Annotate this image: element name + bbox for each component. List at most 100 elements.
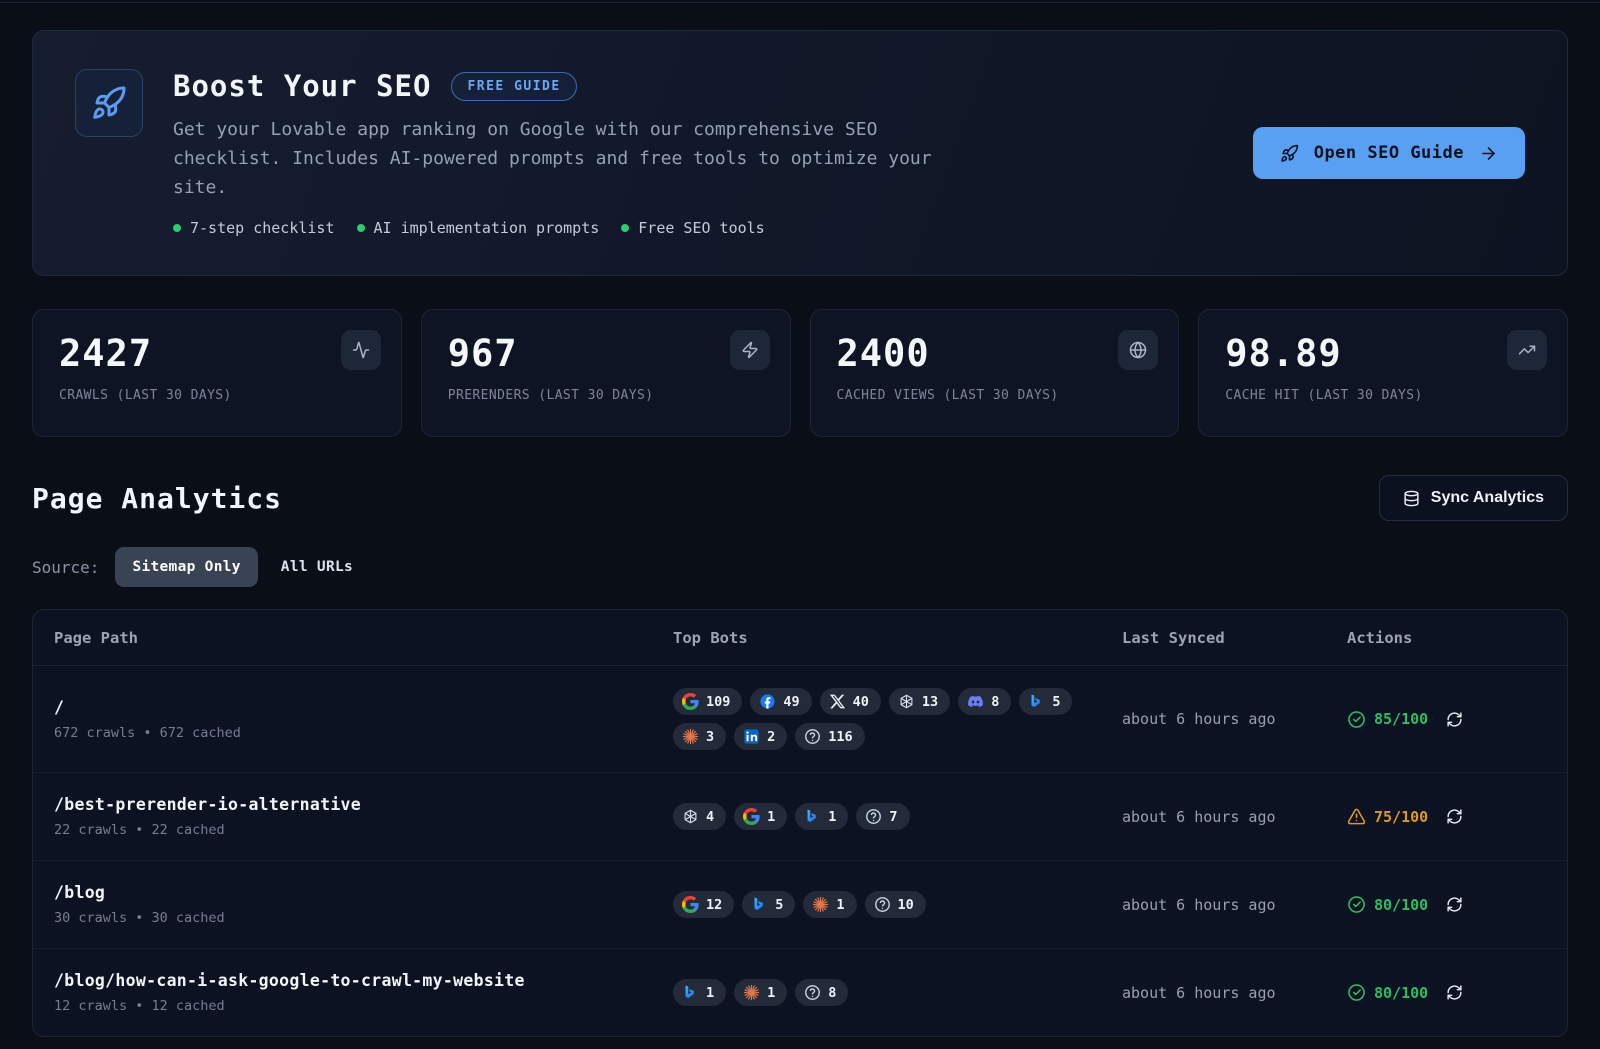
feature-item: Free SEO tools [621,219,764,237]
page-path-cell: / 672 crawls • 672 cached [54,698,673,741]
sync-analytics-button[interactable]: Sync Analytics [1379,475,1568,521]
feature-label: AI implementation prompts [374,219,600,237]
actions-cell: 80/100 [1347,983,1546,1002]
bot-badge-claude: 3 [673,723,726,750]
openai-bot-icon [898,693,915,710]
stat-card: 967PRERENDERS (LAST 30 DAYS) [421,309,791,437]
table-row: / 672 crawls • 672 cached 109 49 40 13 8 5 3 2 116… [33,666,1567,773]
bot-count: 1 [836,897,844,913]
trending-up-icon [1507,330,1547,370]
bot-count: 8 [828,985,836,1001]
check-circle-icon [1347,895,1366,914]
stat-label: CRAWLS (LAST 30 DAYS) [59,388,375,403]
refresh-icon [1446,984,1463,1001]
page-path-cell: /best-prerender-io-alternative 22 crawls … [54,795,673,838]
source-option-all-urls[interactable]: All URLs [264,547,370,587]
banner-title: Boost Your SEO [173,69,431,103]
last-synced-cell: about 6 hours ago [1122,808,1347,826]
bot-badge-unknown: 8 [795,979,848,1006]
cta-label: Open SEO Guide [1314,143,1464,163]
feature-item: 7-step checklist [173,219,335,237]
unknown-bot-icon [804,984,821,1001]
bot-count: 8 [991,694,999,710]
x-bot-icon [829,693,846,710]
page-path-link[interactable]: /blog/how-can-i-ask-google-to-crawl-my-w… [54,971,673,990]
seo-score-button[interactable]: 80/100 [1347,895,1428,914]
claude-bot-icon [812,896,829,913]
bot-count: 5 [1052,694,1060,710]
seo-score-button[interactable]: 75/100 [1347,807,1428,826]
column-header: Actions [1347,629,1546,647]
source-option-sitemap-only[interactable]: Sitemap Only [115,547,257,587]
source-toggle: Sitemap OnlyAll URLs [115,547,370,587]
bot-badge-facebook: 49 [750,688,811,715]
warning-triangle-icon [1347,807,1366,826]
bot-count: 4 [706,809,714,825]
refresh-button[interactable] [1446,984,1463,1001]
top-bots-cell: 125110 [673,891,1122,918]
arrow-right-icon [1479,144,1498,163]
refresh-button[interactable] [1446,711,1463,728]
bot-badge-bing: 5 [742,891,795,918]
stat-label: PRERENDERS (LAST 30 DAYS) [448,388,764,403]
open-seo-guide-button[interactable]: Open SEO Guide [1253,127,1525,179]
crawl-meta: 12 crawls • 12 cached [54,998,673,1014]
unknown-bot-icon [804,728,821,745]
bot-badge-unknown: 116 [795,723,864,750]
bot-badge-x: 40 [820,688,881,715]
seo-score-button[interactable]: 85/100 [1347,710,1428,729]
bot-badge-google: 1 [734,803,787,830]
page-path-cell: /blog/how-can-i-ask-google-to-crawl-my-w… [54,971,673,1014]
google-bot-icon [682,896,699,913]
column-header: Top Bots [673,629,1122,647]
score-value: 80/100 [1374,896,1428,914]
bullet-dot-icon [621,224,629,232]
seo-score-button[interactable]: 80/100 [1347,983,1428,1002]
bot-count: 13 [922,694,938,710]
table-row: /blog30 crawls • 30 cached125110about 6 … [33,861,1567,949]
page-container: Boost Your SEO FREE GUIDE Get your Lovab… [0,30,1600,1037]
page-path-link[interactable]: /best-prerender-io-alternative [54,795,673,814]
bullet-dot-icon [357,224,365,232]
bot-count: 109 [706,694,730,710]
bot-count: 1 [706,985,714,1001]
bot-badge-linkedin: 2 [734,723,787,750]
bot-count: 1 [767,809,775,825]
crawl-meta: 22 crawls • 22 cached [54,822,673,838]
actions-cell: 80/100 [1347,895,1546,914]
last-synced-cell: about 6 hours ago [1122,896,1347,914]
last-synced-cell: about 6 hours ago [1122,984,1347,1002]
bot-count: 49 [783,694,799,710]
stat-card: 98.89CACHE HIT (LAST 30 DAYS) [1198,309,1568,437]
refresh-button[interactable] [1446,896,1463,913]
bing-bot-icon [682,984,699,1001]
page-path-link[interactable]: / [54,698,673,717]
bot-count: 116 [828,729,852,745]
refresh-icon [1446,808,1463,825]
bot-badge-unknown: 7 [856,803,909,830]
page-path-link[interactable]: /blog [54,883,673,902]
bot-count: 40 [853,694,869,710]
stat-value: 98.89 [1225,332,1541,375]
banner-description: Get your Lovable app ranking on Google w… [173,116,973,202]
actions-cell: 75/100 [1347,807,1546,826]
unknown-bot-icon [874,896,891,913]
activity-icon [341,330,381,370]
top-divider [0,0,1600,3]
feature-list: 7-step checklist AI implementation prompt… [173,219,1223,237]
top-bots-cell: 118 [673,979,1122,1006]
crawl-meta: 672 crawls • 672 cached [54,725,673,741]
score-value: 85/100 [1374,710,1428,728]
refresh-button[interactable] [1446,808,1463,825]
top-bots-cell: 4117 [673,803,1122,830]
stat-value: 2400 [837,332,1153,375]
seo-banner: Boost Your SEO FREE GUIDE Get your Lovab… [32,30,1568,276]
bot-badge-bing: 1 [795,803,848,830]
table-body: / 672 crawls • 672 cached 109 49 40 13 8 5 3 2 116… [33,666,1567,1036]
stat-value: 2427 [59,332,375,375]
bot-count: 12 [706,897,722,913]
bing-bot-icon [804,808,821,825]
bot-count: 3 [706,729,714,745]
bot-badge-google: 109 [673,688,742,715]
feature-item: AI implementation prompts [357,219,600,237]
